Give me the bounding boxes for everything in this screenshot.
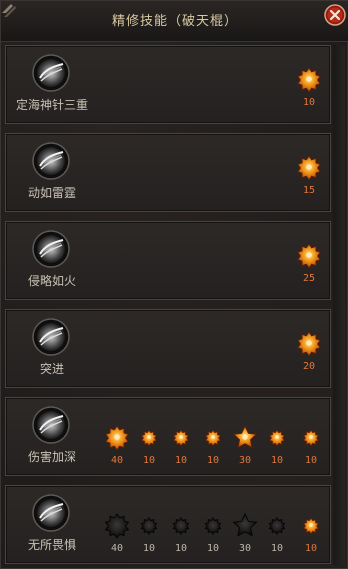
refine-slot[interactable]: 15: [294, 154, 324, 196]
orange-star-gem-icon: [232, 424, 258, 449]
dark-star-gem-icon: [204, 517, 222, 535]
slot-value: 20: [302, 361, 316, 372]
dark-star-gem-icon: [104, 513, 130, 539]
slot-value: 15: [302, 185, 316, 196]
refine-slot[interactable]: 10: [134, 424, 164, 466]
orange-star-gem-icon: [296, 155, 322, 181]
close-icon[interactable]: [324, 4, 346, 26]
skill-row[interactable]: 无所畏惧 40 10 10 10 30 10 10: [5, 485, 331, 564]
skill-row[interactable]: 动如雷霆 15: [5, 133, 331, 212]
skill-name: 定海神针三重: [15, 98, 88, 112]
orange-star-gem-icon: [172, 429, 190, 447]
slot-value: 10: [270, 543, 284, 554]
orange-star-gem-icon: [302, 517, 320, 535]
skill-row[interactable]: 定海神针三重 10: [5, 45, 331, 124]
slot-value: 40: [110, 543, 124, 554]
slot-value: 10: [304, 543, 318, 554]
refine-slot[interactable]: 40: [102, 424, 132, 466]
slot-value: 10: [270, 455, 284, 466]
refine-slot[interactable]: 10: [134, 512, 164, 554]
orange-star-gem-icon: [268, 429, 286, 447]
skill-row[interactable]: 突进 20: [5, 309, 331, 388]
cudgel-swirl-icon[interactable]: [32, 318, 70, 356]
cudgel-swirl-icon[interactable]: [32, 406, 70, 444]
slot-value: 10: [206, 455, 220, 466]
skill-row[interactable]: 侵略如火 25: [5, 221, 331, 300]
orange-star-gem-icon: [302, 429, 320, 447]
slot-value: 10: [142, 455, 156, 466]
slot-value: 40: [110, 455, 124, 466]
orange-star-gem-icon: [204, 429, 222, 447]
refine-slot[interactable]: 30: [230, 424, 260, 466]
cudgel-swirl-icon[interactable]: [32, 494, 70, 532]
refine-slot[interactable]: 10: [296, 512, 326, 554]
slot-value: 30: [238, 455, 252, 466]
refine-slot[interactable]: 10: [166, 512, 196, 554]
refine-skill-window: 精修技能（破天棍） 定海神针三重 10 动如雷霆 15 侵略如火 25 突进 20 伤害加深 40…: [0, 0, 348, 569]
refine-slot[interactable]: 10: [294, 66, 324, 108]
refine-slot[interactable]: 10: [198, 424, 228, 466]
orange-star-gem-icon: [296, 243, 322, 269]
refine-slot[interactable]: 10: [262, 512, 292, 554]
dark-star-gem-icon: [232, 512, 258, 537]
slot-value: 10: [174, 455, 188, 466]
dark-star-gem-icon: [268, 517, 286, 535]
window-title: 精修技能（破天棍）: [111, 14, 238, 29]
cudgel-swirl-icon[interactable]: [32, 142, 70, 180]
orange-star-gem-icon: [104, 425, 130, 451]
skill-name: 伤害加深: [27, 450, 76, 464]
cudgel-swirl-icon[interactable]: [32, 54, 70, 92]
slot-value: 10: [206, 543, 220, 554]
orange-star-gem-icon: [140, 429, 158, 447]
slot-value: 10: [142, 543, 156, 554]
slot-value: 25: [302, 273, 316, 284]
skill-name: 无所畏惧: [27, 538, 76, 552]
dark-star-gem-icon: [140, 517, 158, 535]
orange-star-gem-icon: [296, 67, 322, 93]
skill-row[interactable]: 伤害加深 40 10 10 10 30 10 10: [5, 397, 331, 476]
scroll-track[interactable]: [333, 45, 345, 565]
refine-slot[interactable]: 10: [198, 512, 228, 554]
skill-name: 动如雷霆: [27, 186, 76, 200]
cudgel-swirl-icon[interactable]: [32, 230, 70, 268]
skill-name: 侵略如火: [27, 274, 76, 288]
refine-slot[interactable]: 30: [230, 512, 260, 554]
orange-star-gem-icon: [296, 331, 322, 357]
slot-value: 30: [238, 543, 252, 554]
refine-slot[interactable]: 25: [294, 242, 324, 284]
window-titlebar[interactable]: 精修技能（破天棍）: [1, 1, 348, 42]
slot-value: 10: [304, 455, 318, 466]
dark-star-gem-icon: [172, 517, 190, 535]
slot-value: 10: [174, 543, 188, 554]
refine-slot[interactable]: 10: [166, 424, 196, 466]
refine-slot[interactable]: 20: [294, 330, 324, 372]
refine-slot[interactable]: 40: [102, 512, 132, 554]
refine-slot[interactable]: 10: [262, 424, 292, 466]
slot-value: 10: [302, 97, 316, 108]
refine-slot[interactable]: 10: [296, 424, 326, 466]
skill-name: 突进: [39, 362, 64, 376]
